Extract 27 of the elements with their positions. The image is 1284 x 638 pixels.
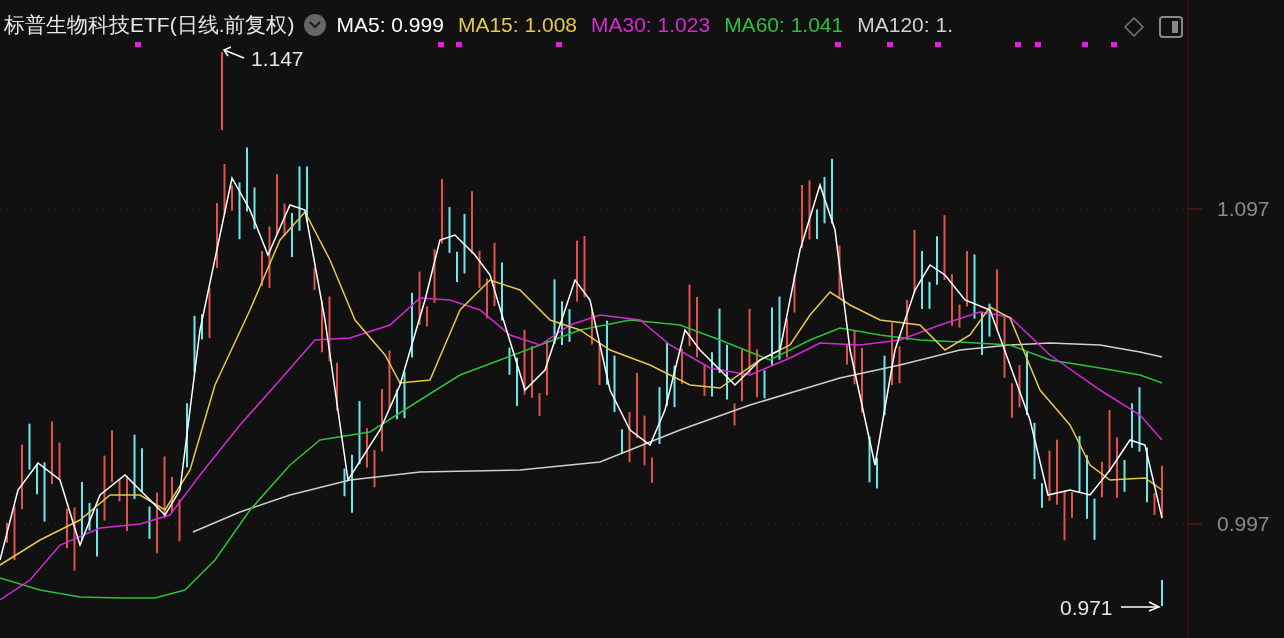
- moving-average-legend: MA5: 0.999: [336, 12, 444, 38]
- price-axis-label: 0.997: [1217, 512, 1270, 536]
- dropdown-button[interactable]: [304, 14, 327, 36]
- event-marker-icon: [1082, 42, 1088, 47]
- arrow-icon: [1120, 601, 1161, 612]
- event-marker-icon: [438, 42, 444, 47]
- event-marker-icon: [1111, 42, 1117, 47]
- high-price-label: 1.147: [251, 47, 304, 71]
- chart-title: 标普生物科技ETF(日线.前复权): [4, 12, 295, 38]
- event-marker-icon: [887, 42, 893, 47]
- event-marker-icon: [135, 42, 141, 47]
- event-marker-icon: [1015, 42, 1021, 47]
- chevron-down-icon: [309, 21, 322, 29]
- panel-toggle-icon[interactable]: [1159, 16, 1183, 38]
- moving-average-legend: MA120: 1.: [857, 12, 953, 38]
- event-marker-icon: [1035, 42, 1041, 47]
- diamond-icon[interactable]: [1124, 17, 1144, 37]
- moving-average-legend: MA15: 1.008: [457, 12, 577, 38]
- moving-average-legend: MA30: 1.023: [591, 12, 711, 38]
- price-axis-label: 1.097: [1217, 197, 1270, 221]
- event-marker-icon: [456, 42, 462, 47]
- low-price-label: 0.971: [1060, 596, 1113, 620]
- event-marker-icon: [556, 42, 562, 47]
- arrow-icon: [222, 46, 245, 59]
- event-marker-icon: [935, 42, 941, 47]
- moving-average-legend: MA60: 1.041: [724, 12, 844, 38]
- event-marker-icon: [835, 42, 841, 47]
